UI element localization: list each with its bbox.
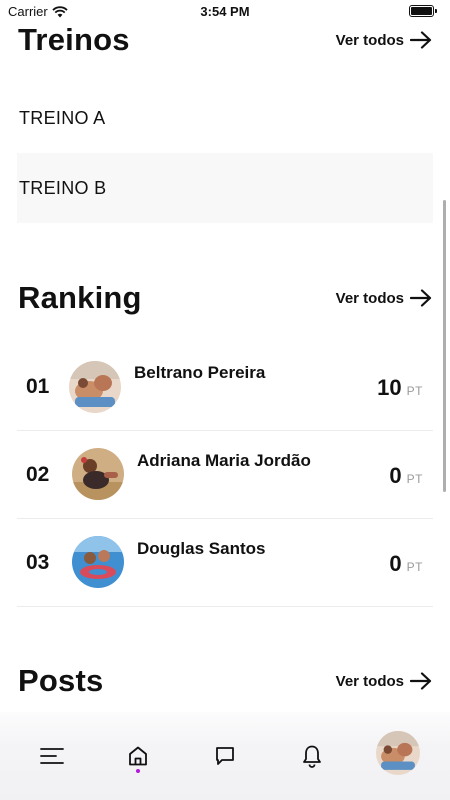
- rank-name: Adriana Maria Jordão: [137, 451, 311, 470]
- rank-position: 02: [26, 463, 50, 486]
- menu-icon[interactable]: [38, 742, 66, 770]
- rank-name: Beltrano Pereira: [134, 363, 266, 382]
- home-icon[interactable]: [124, 742, 152, 770]
- workout-item[interactable]: TREINO B: [17, 153, 433, 223]
- posts-see-all-button[interactable]: Ver todos: [336, 672, 432, 690]
- arrow-right-icon: [410, 289, 432, 307]
- score-unit: PT: [406, 560, 423, 574]
- score-unit: PT: [406, 472, 423, 486]
- score-unit: PT: [406, 384, 423, 398]
- ranking-row[interactable]: 01 Beltrano Pereira 10 PT: [17, 343, 433, 431]
- rank-score: 0 PT: [389, 551, 423, 577]
- avatar: [69, 361, 121, 413]
- status-time: 3:54 PM: [200, 4, 250, 19]
- chat-icon[interactable]: [211, 742, 239, 770]
- see-all-label: Ver todos: [335, 289, 404, 307]
- active-indicator-dot: [136, 769, 140, 773]
- posts-header: Posts Ver todos: [18, 663, 432, 699]
- workout-item[interactable]: TREINO A: [17, 83, 433, 153]
- workouts-title: Treinos: [18, 22, 130, 57]
- status-bar: Carrier 3:54 PM: [0, 0, 450, 24]
- avatar: [72, 448, 124, 500]
- rank-name: Douglas Santos: [137, 539, 266, 558]
- avatar: [72, 536, 124, 588]
- battery-icon: [409, 5, 437, 17]
- rank-position: 03: [26, 551, 50, 574]
- score-value: 0: [389, 551, 402, 576]
- scrollbar[interactable]: [443, 200, 446, 492]
- bell-icon[interactable]: [298, 742, 326, 770]
- rank-position: 01: [26, 375, 50, 398]
- score-value: 0: [389, 463, 402, 488]
- score-value: 10: [377, 375, 402, 400]
- posts-title: Posts: [18, 663, 104, 698]
- workout-label: TREINO B: [19, 177, 107, 198]
- see-all-label: Ver todos: [335, 31, 404, 49]
- arrow-right-icon: [410, 672, 432, 690]
- workouts-see-all-button[interactable]: Ver todos: [336, 31, 432, 49]
- workouts-header: Treinos Ver todos: [18, 22, 432, 58]
- rank-score: 10 PT: [377, 375, 423, 401]
- see-all-label: Ver todos: [335, 672, 404, 690]
- ranking-header: Ranking Ver todos: [18, 280, 432, 316]
- rank-score: 0 PT: [389, 463, 423, 489]
- ranking-see-all-button[interactable]: Ver todos: [336, 289, 432, 307]
- profile-avatar[interactable]: [376, 731, 420, 775]
- ranking-row[interactable]: 02 Adriana Maria Jordão 0 PT: [17, 431, 433, 519]
- workout-label: TREINO A: [19, 107, 106, 128]
- arrow-right-icon: [410, 31, 432, 49]
- ranking-title: Ranking: [18, 280, 142, 315]
- ranking-row[interactable]: 03 Douglas Santos 0 PT: [17, 519, 433, 607]
